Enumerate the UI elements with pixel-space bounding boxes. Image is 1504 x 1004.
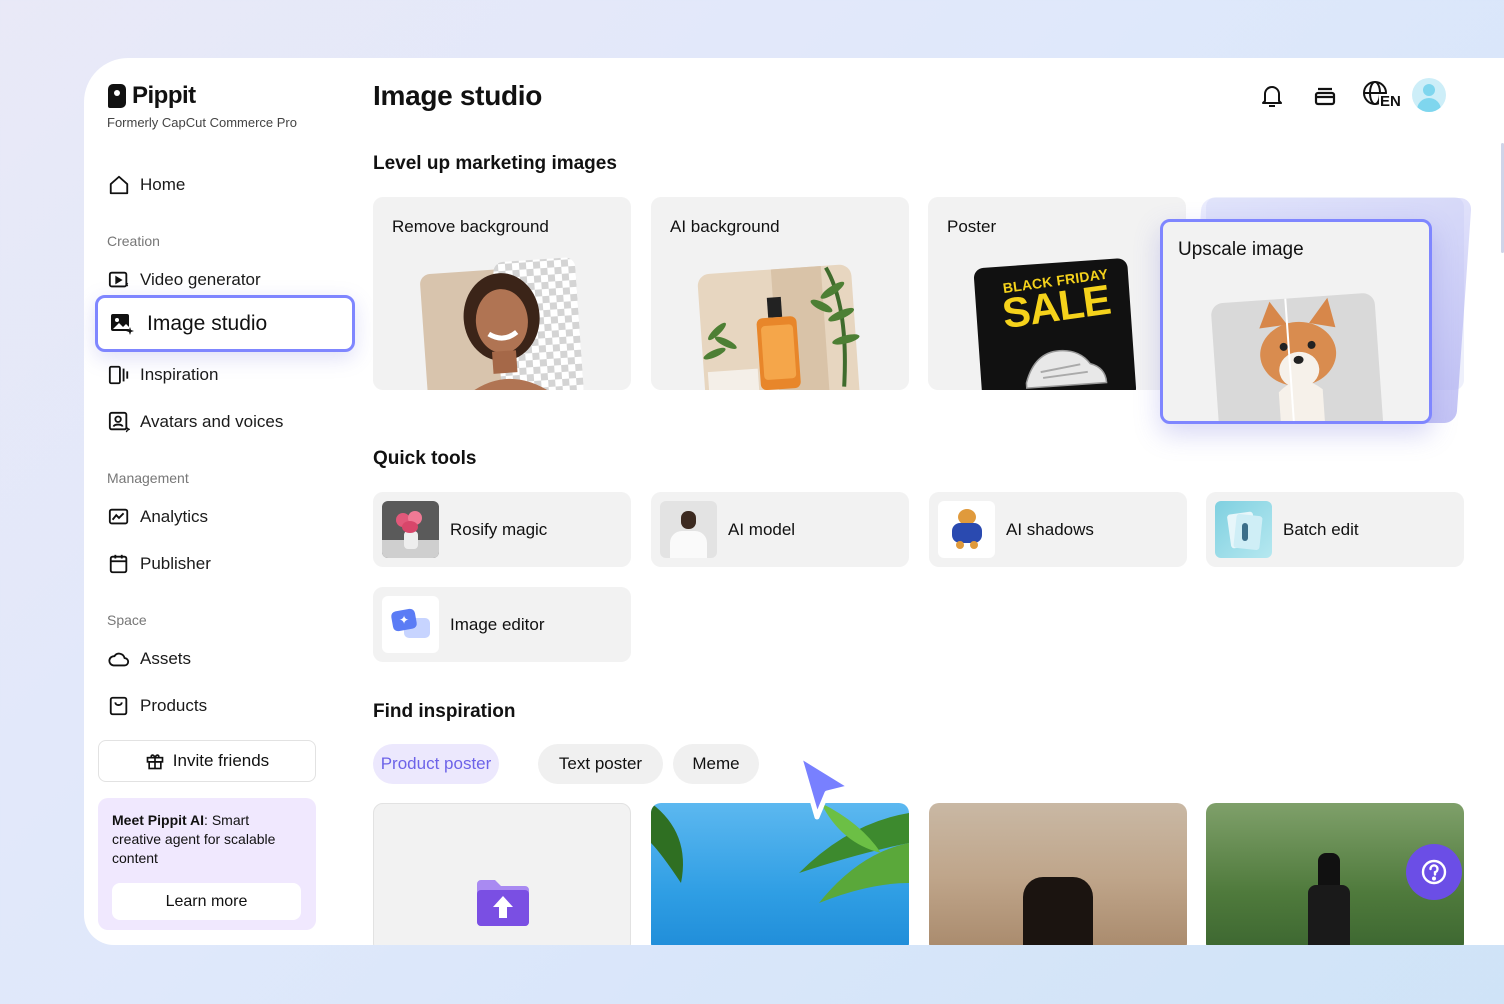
tool-label: AI shadows — [1006, 519, 1094, 539]
section-title-quick-tools: Quick tools — [373, 448, 477, 469]
corgi-image — [1211, 293, 1384, 421]
product-box-icon — [109, 696, 128, 716]
image-studio-icon — [111, 313, 134, 335]
inspiration-card-product[interactable] — [929, 803, 1187, 945]
palm-leaves-image — [651, 803, 909, 903]
batch-edit-thumbnail — [1215, 501, 1272, 558]
tool-label: Rosify magic — [450, 519, 548, 539]
chip-text-poster[interactable]: Text poster — [538, 744, 663, 784]
nav-section-management: Management — [107, 470, 189, 486]
image-editor-thumbnail: ✦ — [382, 596, 439, 653]
upscale-image-card[interactable]: Upscale image — [1160, 219, 1432, 424]
sidebar-item-label: Video generator — [140, 270, 261, 289]
sneaker-image — [1025, 349, 1108, 389]
card-label: Poster — [947, 217, 997, 236]
sidebar-item-label: Image studio — [147, 311, 268, 335]
sidebar-item-label: Products — [140, 696, 208, 715]
stack-icon[interactable] — [1311, 82, 1339, 110]
sidebar-item-home[interactable]: Home — [108, 170, 185, 200]
ai-model-thumbnail — [660, 501, 717, 558]
sidebar-item-products[interactable]: Products — [108, 691, 207, 721]
cursor-pointer-icon — [796, 752, 854, 820]
calendar-icon — [109, 554, 128, 574]
video-generator-icon — [108, 271, 129, 288]
dropper-image — [1318, 853, 1340, 887]
home-icon — [109, 175, 129, 195]
promo-title: Meet Pippit AI — [112, 812, 205, 828]
sidebar-item-assets[interactable]: Assets — [108, 644, 191, 674]
rosify-thumbnail — [382, 501, 439, 558]
tool-ai-shadows[interactable]: AI shadows — [929, 492, 1187, 567]
promo-card: Meet Pippit AI: Smart creative agent for… — [98, 798, 316, 930]
cloud-icon — [108, 652, 130, 667]
help-button[interactable] — [1406, 844, 1462, 900]
sidebar-item-label: Inspiration — [140, 365, 219, 384]
tool-ai-model[interactable]: AI model — [651, 492, 909, 567]
brand-name: Pippit — [132, 82, 196, 109]
sidebar-item-image-studio[interactable]: Image studio — [95, 295, 355, 352]
brand-subtitle: Formerly CapCut Commerce Pro — [107, 115, 297, 130]
chip-meme[interactable]: Meme — [673, 744, 759, 784]
upload-card[interactable] — [373, 803, 631, 945]
perfume-image — [697, 264, 860, 390]
inspiration-card-tropical[interactable] — [651, 803, 909, 945]
chip-product-poster[interactable]: Product poster — [373, 744, 499, 784]
section-title-marketing: Level up marketing images — [373, 153, 617, 174]
promo-text: Meet Pippit AI: Smart creative agent for… — [112, 811, 302, 868]
avatar[interactable] — [1412, 78, 1446, 112]
pippit-logo-icon — [108, 84, 126, 108]
section-title-inspiration: Find inspiration — [373, 701, 516, 722]
brand-logo[interactable]: Pippit — [108, 82, 196, 110]
app-window: Pippit Formerly CapCut Commerce Pro Home… — [84, 58, 1504, 945]
sidebar-item-inspiration[interactable]: Inspiration — [108, 360, 218, 390]
upload-folder-icon — [477, 880, 529, 926]
question-icon — [1421, 859, 1447, 885]
page-title: Image studio — [373, 80, 543, 111]
gift-icon — [146, 754, 164, 770]
bell-icon[interactable] — [1258, 82, 1286, 110]
sidebar: Pippit Formerly CapCut Commerce Pro Home… — [84, 58, 364, 945]
analytics-icon — [108, 508, 129, 525]
learn-more-button[interactable]: Learn more — [112, 883, 301, 920]
inspiration-icon — [108, 365, 129, 385]
language-code: EN — [1379, 93, 1402, 110]
portrait-image — [420, 257, 584, 390]
nav-section-space: Space — [107, 612, 147, 628]
ai-shadows-thumbnail — [938, 501, 995, 558]
tool-label: Batch edit — [1283, 519, 1359, 539]
poster-card[interactable]: Poster BLACK FRIDAY SALE — [928, 197, 1186, 390]
sidebar-item-label: Analytics — [140, 507, 209, 526]
tool-rosify-magic[interactable]: Rosify magic — [373, 492, 631, 567]
sidebar-item-avatars[interactable]: Avatars and voices — [108, 407, 283, 437]
tool-label: Image editor — [450, 614, 545, 634]
card-label: Upscale image — [1178, 239, 1304, 260]
sidebar-item-video-generator[interactable]: Video generator — [108, 265, 261, 295]
language-selector[interactable]: EN — [1362, 80, 1402, 112]
sidebar-item-label: Publisher — [140, 554, 211, 573]
invite-label: Invite friends — [172, 751, 270, 770]
sidebar-item-label: Assets — [140, 649, 192, 668]
sidebar-item-label: Avatars and voices — [140, 412, 284, 431]
card-label: AI background — [670, 217, 780, 236]
tool-image-editor[interactable]: ✦ Image editor — [373, 587, 631, 662]
nav-section-creation: Creation — [107, 233, 160, 249]
sparkle-icon: ✦ — [399, 613, 410, 627]
sidebar-item-analytics[interactable]: Analytics — [108, 502, 208, 532]
sidebar-item-publisher[interactable]: Publisher — [108, 549, 211, 579]
invite-friends-button[interactable]: Invite friends — [98, 740, 316, 782]
tool-label: AI model — [728, 519, 796, 539]
card-label: Remove background — [392, 217, 549, 236]
poster-image: BLACK FRIDAY SALE — [973, 257, 1137, 390]
sidebar-item-label: Home — [140, 175, 186, 194]
remove-background-card[interactable]: Remove background — [373, 197, 631, 390]
ai-background-card[interactable]: AI background — [651, 197, 909, 390]
jar-image — [1023, 877, 1093, 945]
tool-batch-edit[interactable]: Batch edit — [1206, 492, 1464, 567]
avatar-icon — [108, 411, 130, 433]
